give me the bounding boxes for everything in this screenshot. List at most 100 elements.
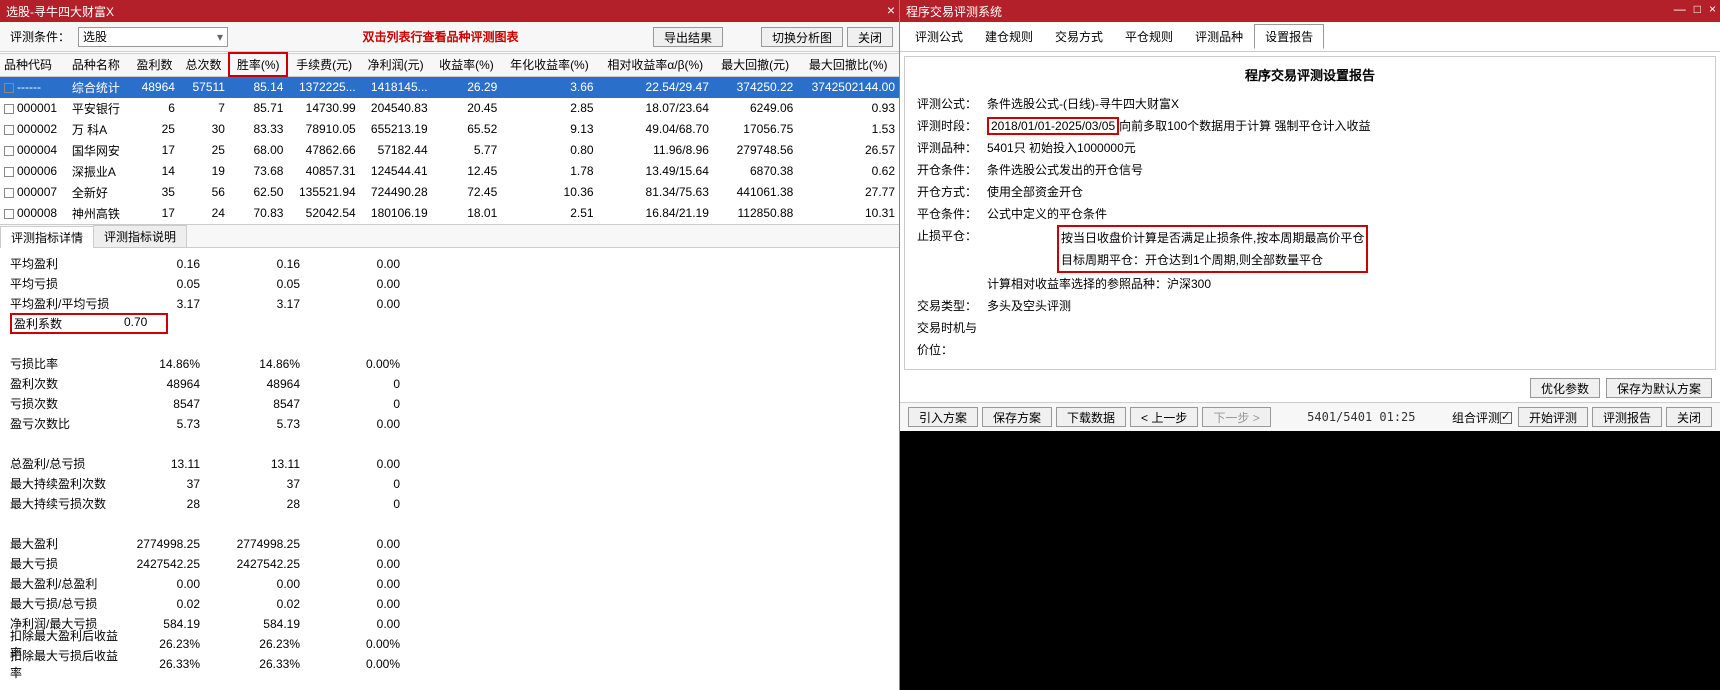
combo-eval-toggle[interactable]: 组合评测: [1452, 409, 1514, 426]
right-title: 程序交易评测系统: [906, 3, 1002, 20]
metric-row: 盈利系数0.70: [10, 314, 889, 334]
table-row[interactable]: 000007全新好355662.50135521.94724490.2872.4…: [0, 182, 899, 203]
report-buttons-1: 优化参数 保存为默认方案: [900, 374, 1720, 402]
metric-row: 扣除最大盈利后收益率26.23%26.23%0.00%: [10, 634, 889, 654]
export-button[interactable]: 导出结果: [653, 27, 723, 47]
condition-combo[interactable]: 选股: [78, 27, 228, 47]
settings-tabs: 评测公式建仓规则交易方式平仓规则评测品种设置报告: [900, 22, 1720, 52]
metric-row: 最大亏损2427542.252427542.250.00: [10, 554, 889, 574]
left-titlebar: 选股-寻牛四大财富X ×: [0, 0, 899, 22]
col-header[interactable]: 净利润(元): [360, 53, 432, 76]
checkbox-icon[interactable]: [4, 125, 14, 135]
report-buttons-2: 引入方案 保存方案 下载数据 < 上一步 下一步 > 5401/5401 01:…: [900, 402, 1720, 431]
table-row[interactable]: 000008神州高铁172470.8352042.54180106.1918.0…: [0, 203, 899, 224]
col-header[interactable]: 品种代码: [0, 53, 68, 76]
metric-row: 最大盈利2774998.252774998.250.00: [10, 534, 889, 554]
hint-message: 双击列表行查看品种评测图表: [232, 28, 649, 45]
settings-tab[interactable]: 平仓规则: [1114, 24, 1184, 49]
report-line: 开仓方式：使用全部资金开仓: [917, 181, 1703, 203]
col-header[interactable]: 收益率(%): [432, 53, 502, 76]
settings-tab[interactable]: 设置报告: [1254, 24, 1324, 49]
close-button[interactable]: 关闭: [847, 27, 893, 47]
optimize-button[interactable]: 优化参数: [1530, 378, 1600, 398]
table-row[interactable]: 000004国华网安172568.0047862.6657182.445.770…: [0, 140, 899, 161]
col-header[interactable]: 相对收益率α/β(%): [598, 53, 713, 76]
checkbox-icon[interactable]: [4, 104, 14, 114]
report-line: 计算相对收益率选择的参照品种：沪深300: [917, 273, 1703, 295]
col-header[interactable]: 最大回撤(元): [713, 53, 797, 76]
left-title: 选股-寻牛四大财富X: [6, 3, 114, 20]
report-line: 交易时机与价位：: [917, 317, 1703, 361]
report-line: 开仓条件：条件选股公式发出的开仓信号: [917, 159, 1703, 181]
right-titlebar: 程序交易评测系统 — □ ×: [900, 0, 1720, 22]
table-row[interactable]: ------综合统计489645751185.141372225...14181…: [0, 76, 899, 98]
col-header[interactable]: 胜率(%): [229, 53, 288, 76]
table-row[interactable]: 000002万 科A253083.3378910.05655213.1965.5…: [0, 119, 899, 140]
tab-metric-desc[interactable]: 评测指标说明: [93, 225, 187, 247]
metric-row: 平均盈利0.160.160.00: [10, 254, 889, 274]
metrics-panel: 平均盈利0.160.160.00平均亏损0.050.050.00平均盈利/平均亏…: [0, 248, 899, 680]
metric-row: 平均亏损0.050.050.00: [10, 274, 889, 294]
metric-row: 亏损次数854785470: [10, 394, 889, 414]
switch-chart-button[interactable]: 切换分析图: [761, 27, 843, 47]
col-header[interactable]: 总次数: [179, 53, 229, 76]
close-right-button[interactable]: 关闭: [1666, 407, 1712, 427]
cond-label: 评测条件：: [6, 28, 74, 45]
save-default-button[interactable]: 保存为默认方案: [1606, 378, 1712, 398]
col-header[interactable]: 手续费(元): [287, 53, 359, 76]
close-icon[interactable]: ×: [887, 2, 895, 18]
table-row[interactable]: 000006深振业A141973.6840857.31124544.4112.4…: [0, 161, 899, 182]
save-plan-button[interactable]: 保存方案: [982, 407, 1052, 427]
col-header[interactable]: 盈利数: [130, 53, 179, 76]
eval-report-button[interactable]: 评测报告: [1592, 407, 1662, 427]
col-header[interactable]: 最大回撤比(%): [797, 53, 899, 76]
metric-row: 盈亏次数比5.735.730.00: [10, 414, 889, 434]
chart-area: [900, 431, 1720, 690]
metric-row: 最大持续盈利次数37370: [10, 474, 889, 494]
checkbox-icon[interactable]: [4, 146, 14, 156]
settings-tab[interactable]: 建仓规则: [974, 24, 1044, 49]
settings-tab[interactable]: 交易方式: [1044, 24, 1114, 49]
checkbox-icon[interactable]: [4, 188, 14, 198]
report-line: 评测时段：2018/01/01-2025/03/05向前多取100个数据用于计算…: [917, 115, 1703, 137]
metric-row: 盈利次数48964489640: [10, 374, 889, 394]
close-icon[interactable]: ×: [1709, 2, 1716, 16]
left-toolbar: 评测条件： 选股 双击列表行查看品种评测图表 导出结果 切换分析图 关闭: [0, 22, 899, 52]
metric-row: [10, 434, 889, 454]
download-data-button[interactable]: 下载数据: [1056, 407, 1126, 427]
metric-row: 平均盈利/平均亏损3.173.170.00: [10, 294, 889, 314]
report-line: 评测品种：5401只 初始投入1000000元: [917, 137, 1703, 159]
maximize-icon[interactable]: □: [1694, 2, 1701, 16]
minimize-icon[interactable]: —: [1674, 2, 1686, 16]
metric-tabs: 评测指标详情 评测指标说明: [0, 225, 899, 248]
metric-row: 最大亏损/总亏损0.020.020.00: [10, 594, 889, 614]
settings-tab[interactable]: 评测公式: [904, 24, 974, 49]
checkbox-icon[interactable]: [4, 209, 14, 219]
next-step-button: 下一步 >: [1202, 407, 1270, 427]
checkbox-icon[interactable]: [1500, 412, 1512, 424]
col-header[interactable]: 年化收益率(%): [501, 53, 597, 76]
report-line: 交易类型：多头及空头评测: [917, 295, 1703, 317]
import-plan-button[interactable]: 引入方案: [908, 407, 978, 427]
metric-row: 亏损比率14.86%14.86%0.00%: [10, 354, 889, 374]
metric-row: 净利润/最大亏损584.19584.190.00: [10, 614, 889, 634]
table-row[interactable]: 000001平安银行6785.7114730.99204540.8320.452…: [0, 98, 899, 119]
checkbox-icon[interactable]: [4, 83, 14, 93]
checkbox-icon[interactable]: [4, 167, 14, 177]
metric-row: 最大持续亏损次数28280: [10, 494, 889, 514]
settings-tab[interactable]: 评测品种: [1184, 24, 1254, 49]
right-panel: 程序交易评测系统 — □ × 评测公式建仓规则交易方式平仓规则评测品种设置报告 …: [900, 0, 1720, 690]
metric-row: [10, 514, 889, 534]
col-header[interactable]: 品种名称: [68, 53, 130, 76]
report-line: 评测公式：条件选股公式-(日线)-寻牛四大财富X: [917, 93, 1703, 115]
left-panel: 选股-寻牛四大财富X × 评测条件： 选股 双击列表行查看品种评测图表 导出结果…: [0, 0, 900, 690]
prev-step-button[interactable]: < 上一步: [1130, 407, 1198, 427]
metric-row: 总盈利/总亏损13.1113.110.00: [10, 454, 889, 474]
result-grid[interactable]: 品种代码品种名称盈利数总次数胜率(%)手续费(元)净利润(元)收益率(%)年化收…: [0, 52, 899, 225]
status-text: 5401/5401 01:25: [1275, 410, 1448, 424]
report-title: 程序交易评测设置报告: [917, 65, 1703, 87]
start-eval-button[interactable]: 开始评测: [1518, 407, 1588, 427]
tab-metric-detail[interactable]: 评测指标详情: [0, 226, 94, 248]
metric-row: 最大盈利/总盈利0.000.000.00: [10, 574, 889, 594]
metric-row: 扣除最大亏损后收益率26.33%26.33%0.00%: [10, 654, 889, 674]
